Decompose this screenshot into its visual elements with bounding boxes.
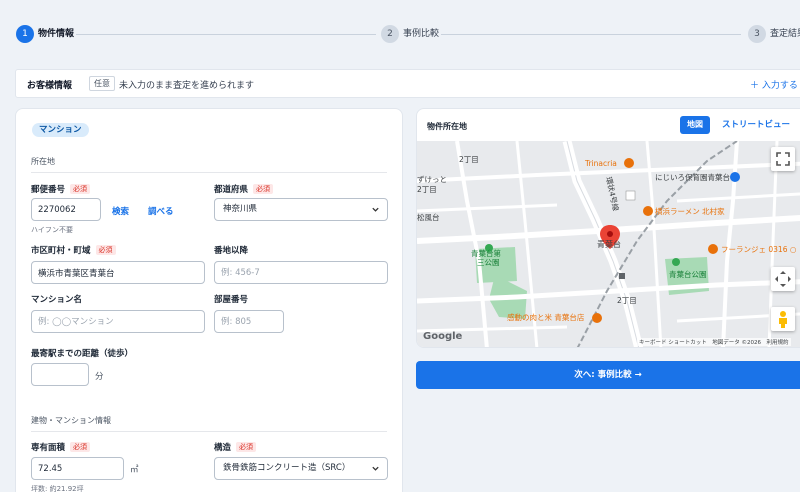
prefecture-label: 都道府県 必須 [214, 184, 274, 196]
walk-distance-unit: 分 [95, 372, 104, 382]
map-label-fleurange: フーランジェ 0316 ○ [721, 245, 797, 254]
required-badge: 必須 [236, 442, 257, 452]
add-customer-info-button[interactable]: ＋ 入力する [750, 78, 798, 91]
prefecture-label-text: 都道府県 [214, 185, 249, 195]
mansion-name-label: マンション名 [31, 295, 83, 305]
map-attribution[interactable]: キーボード ショートカット 地図データ ©2026 利用規約 [637, 338, 791, 346]
step-2-number: 2 [381, 25, 399, 43]
postal-lookup-link[interactable]: 調べる [148, 205, 174, 217]
property-type-badge: マンション [32, 123, 89, 137]
chevron-down-icon [372, 466, 379, 471]
prefecture-value: 神奈川県 [223, 204, 258, 214]
postal-code-label: 郵便番号 必須 [31, 184, 91, 196]
fullscreen-icon [776, 152, 790, 166]
map-label-kandou: 感動の肉と米 青葉台店 [507, 313, 585, 322]
required-badge: 必須 [70, 442, 91, 452]
next-step-button[interactable]: 次へ: 事例比較 → [416, 361, 800, 389]
map-label-aoba-park-b: 三公園 [477, 258, 500, 267]
tab-map[interactable]: 地図 [680, 116, 710, 134]
postal-search-button[interactable]: 検索 [112, 205, 129, 217]
location-section-title: 所在地 [31, 157, 55, 166]
map-label-2chome-c: 2丁目 [617, 296, 637, 305]
area-input[interactable] [31, 457, 124, 480]
city-label-text: 市区町村・町域 [31, 246, 91, 256]
required-badge: 必須 [95, 245, 116, 255]
walk-distance-input[interactable] [31, 363, 89, 386]
step-connector [76, 34, 376, 35]
map-title: 物件所在地 [427, 122, 467, 131]
step-3-number: 3 [748, 25, 766, 43]
chevron-down-icon [372, 207, 379, 212]
map-label-station: 青葉台 [597, 240, 621, 249]
postal-code-label-text: 郵便番号 [31, 185, 66, 195]
pan-arrows-icon [775, 271, 791, 287]
step-1-label: 物件情報 [38, 29, 75, 39]
structure-select[interactable]: 鉄骨鉄筋コンクリート造（SRC） [214, 457, 388, 480]
map-label-sugitte: ずけっと [417, 175, 447, 184]
structure-value: 鉄骨鉄筋コンクリート造（SRC） [223, 463, 351, 473]
city-label: 市区町村・町域 必須 [31, 245, 116, 257]
map-label-2chome: 2丁目 [459, 155, 479, 164]
required-badge: 必須 [253, 184, 274, 194]
optional-badge: 任意 [89, 76, 115, 91]
address-label: 番地以降 [214, 246, 249, 256]
structure-label-text: 構造 [214, 443, 232, 453]
map-label-nijiiro: にじいろ保育園青葉台 [655, 173, 730, 182]
required-badge: 必須 [70, 184, 91, 194]
step-1-number: 1 [16, 25, 34, 43]
map-label-matsukaze: 松風台 [417, 213, 440, 222]
customer-info-description: 未入力のまま査定を進められます [119, 81, 255, 91]
step-connector [441, 34, 741, 35]
map-card: 物件所在地 地図 ストリートビュー 2丁目 Trinacria にじいろ保育園青… [416, 108, 800, 348]
postal-code-hint: ハイフン不要 [31, 226, 73, 234]
area-label-text: 専有面積 [31, 443, 66, 453]
room-number-label: 部屋番号 [214, 295, 249, 305]
postal-code-input[interactable] [31, 198, 101, 221]
city-input[interactable] [31, 261, 205, 284]
map-label-2chome-b: 2丁目 [417, 185, 437, 194]
google-logo: Google [423, 331, 463, 342]
structure-label: 構造 必須 [214, 442, 257, 454]
step-2-label: 事例比較 [403, 29, 440, 39]
map-label-yokohama-ramen: 横浜ラーメン 北村家 [655, 207, 725, 216]
tsubo-hint: 坪数: 約21.92坪 [31, 485, 84, 492]
mansion-name-input[interactable] [31, 310, 205, 333]
building-section-title: 建物・マンション情報 [31, 416, 111, 425]
section-divider [31, 172, 387, 173]
step-3-label: 査定結果 [770, 29, 800, 39]
section-divider [31, 431, 387, 432]
area-unit: ㎡ [130, 465, 139, 475]
pegman-icon [779, 311, 787, 328]
customer-info-title: お客様情報 [27, 81, 73, 91]
walk-distance-label: 最寄駅までの距離（徒歩） [31, 349, 134, 359]
map-label-aoba-park-2: 青葉台公園 [669, 270, 707, 279]
area-label: 専有面積 必須 [31, 442, 91, 454]
room-number-input[interactable] [214, 310, 284, 333]
map-view[interactable]: 2丁目 Trinacria にじいろ保育園青葉台 ずけっと 2丁目 松風台 環状… [417, 141, 800, 347]
camera-control-button[interactable] [771, 267, 795, 291]
street-view-pegman-button[interactable] [771, 307, 795, 331]
tab-street-view[interactable]: ストリートビュー [719, 116, 793, 134]
customer-info-bar: お客様情報 任意 未入力のまま査定を進められます ＋ 入力する [15, 69, 800, 98]
address-input[interactable] [214, 261, 388, 284]
fullscreen-button[interactable] [771, 147, 795, 171]
map-label-trinacria: Trinacria [585, 159, 617, 168]
stepper: 1 物件情報 2 事例比較 3 査定結果 [0, 0, 800, 68]
property-form-card: マンション 所在地 郵便番号必須 検索 調べる ハイフン不要 都道府県必須 神奈… [15, 108, 403, 492]
prefecture-select[interactable]: 神奈川県 [214, 198, 388, 221]
